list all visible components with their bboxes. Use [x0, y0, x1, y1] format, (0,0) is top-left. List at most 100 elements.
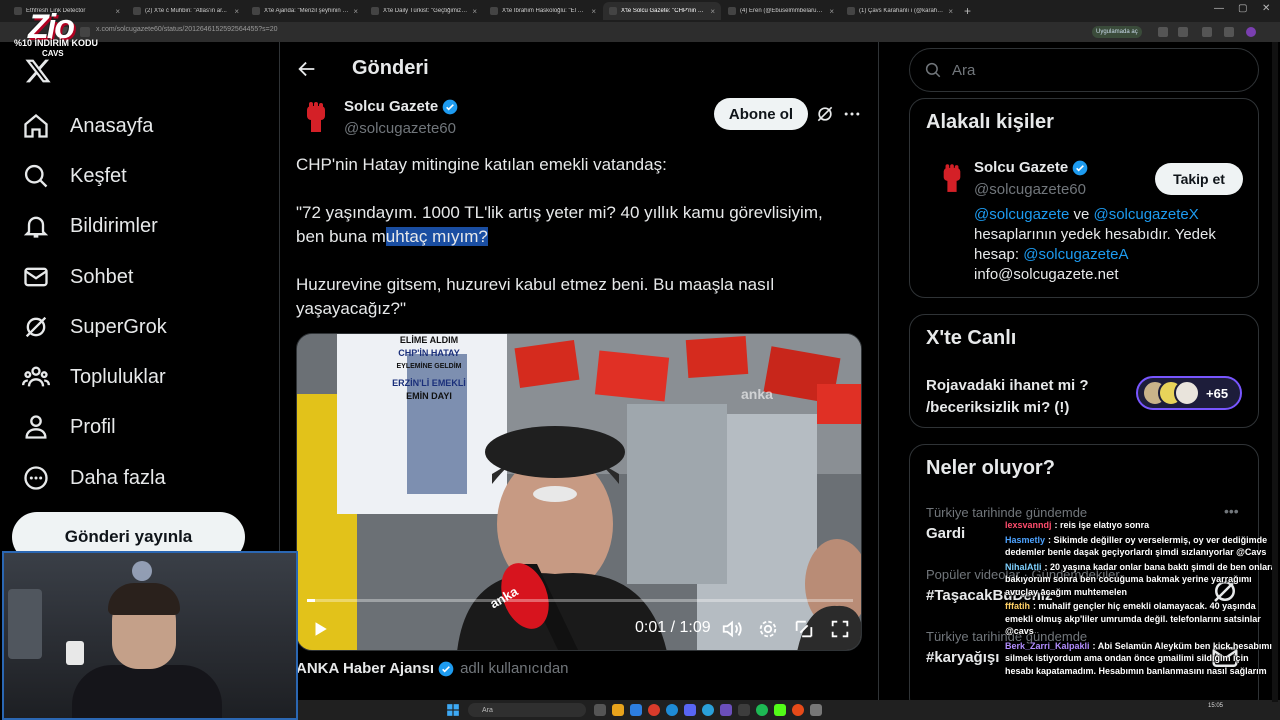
video-source-attribution[interactable]: ANKA Haber Ajansı adlı kullanıcıdan — [296, 660, 569, 677]
bio-link[interactable]: @solcugazete — [974, 206, 1069, 223]
follow-button[interactable]: Takip et — [1155, 163, 1243, 195]
card-title: Neler oluyor? — [926, 457, 1055, 479]
browser-tab[interactable]: X'te Daily Türkist: "Geçtiğimiz y... × — [365, 2, 483, 20]
trend-name[interactable]: #karyağışı — [926, 649, 999, 666]
author-handle[interactable]: @solcugazete60 — [344, 120, 456, 137]
subscribe-button[interactable]: Abone ol — [714, 98, 808, 130]
post-text-line: CHP'nin Hatay mitingine katılan emekli v… — [296, 155, 667, 174]
browser-tab-active[interactable]: X'te Solcu Gazete: "CHP'nin Ha... × — [603, 2, 721, 20]
bio-link[interactable]: @solcugazeteA — [1023, 246, 1128, 263]
live-on-x-card: X'te Canlı Rojavadaki ihanet mi ? /becer… — [909, 314, 1259, 428]
person-icon — [25, 415, 47, 439]
related-bio: @solcugazete ve @solcugazeteX hesapların… — [974, 206, 1216, 283]
close-icon[interactable]: × — [591, 7, 596, 16]
bio-link[interactable]: @solcugazeteX — [1093, 206, 1198, 223]
telegram-icon[interactable] — [702, 704, 714, 716]
author-name[interactable]: Solcu Gazete — [344, 98, 458, 115]
streamer-body — [72, 665, 222, 718]
close-icon[interactable]: × — [115, 7, 120, 16]
settings-gear-icon[interactable] — [757, 618, 779, 640]
close-icon[interactable]: × — [353, 7, 358, 16]
pip-icon[interactable] — [793, 618, 815, 640]
chrome-icon[interactable] — [648, 704, 660, 716]
open-in-app-button[interactable]: Uygulamada aç — [1092, 26, 1142, 38]
search-icon — [24, 164, 48, 188]
related-name[interactable]: Solcu Gazete — [974, 159, 1088, 176]
app-icon[interactable] — [720, 704, 732, 716]
close-icon[interactable]: × — [234, 7, 239, 16]
trend-name[interactable]: Gardi — [926, 525, 965, 542]
close-icon[interactable]: × — [472, 7, 477, 16]
nav-item-chat[interactable]: Sohbet — [22, 257, 133, 297]
maximize-icon[interactable]: ▢ — [1238, 3, 1247, 14]
search-input[interactable] — [952, 61, 1232, 79]
file-explorer-icon[interactable] — [612, 704, 624, 716]
downloads-icon[interactable] — [1224, 27, 1234, 37]
bookmark-star-icon[interactable] — [1178, 27, 1188, 37]
browser-tab[interactable]: X'te İbrahim Haskoloğlu: "El Sa... × — [484, 2, 602, 20]
search-box[interactable] — [909, 48, 1259, 92]
edge-icon[interactable] — [666, 704, 678, 716]
close-icon[interactable]: × — [948, 7, 953, 16]
x-logo-icon[interactable] — [24, 57, 52, 85]
nav-item-notifications[interactable]: Bildirimler — [22, 206, 158, 246]
kick-icon[interactable] — [774, 704, 786, 716]
play-icon[interactable] — [311, 620, 329, 638]
volume-icon[interactable] — [721, 618, 743, 640]
live-space-title[interactable]: Rojavadaki ihanet mi ? /beceriksizlik mi… — [926, 375, 1126, 419]
app-icon[interactable] — [810, 704, 822, 716]
related-people-card: Alakalı kişiler Solcu Gazete @solcugazet… — [909, 98, 1259, 298]
discord-icon[interactable] — [684, 704, 696, 716]
extensions-icon[interactable] — [1202, 27, 1212, 37]
obs-icon[interactable] — [792, 704, 804, 716]
app-icon[interactable] — [738, 704, 750, 716]
spotify-icon[interactable] — [756, 704, 768, 716]
nav-item-explore[interactable]: Keşfet — [22, 156, 127, 196]
listener-count: +65 — [1206, 385, 1229, 401]
ring-light — [132, 561, 152, 581]
related-avatar[interactable] — [932, 159, 972, 199]
video-progress-fill — [307, 599, 315, 602]
nav-item-profile[interactable]: Profil — [22, 407, 116, 447]
store-icon[interactable] — [630, 704, 642, 716]
tab-favicon-icon — [252, 7, 260, 15]
related-handle[interactable]: @solcugazete60 — [974, 181, 1086, 198]
nav-item-home[interactable]: Anasayfa — [22, 106, 153, 146]
live-listeners-pill[interactable]: +65 — [1136, 376, 1242, 410]
trend-meta: Türkiye tarihinde gündemde — [926, 505, 1088, 520]
close-window-icon[interactable]: ✕ — [1262, 3, 1270, 14]
raised-fist-icon — [943, 164, 961, 192]
new-tab-icon[interactable]: + — [964, 4, 971, 18]
minimize-icon[interactable]: — — [1214, 3, 1224, 14]
video-progress-bar[interactable] — [307, 599, 853, 602]
browser-tab[interactable]: X'te Ajanda: "Menzil şeyhinin b... × — [246, 2, 364, 20]
nav-item-supergrok[interactable]: SuperGrok — [22, 307, 167, 347]
protest-sign: ELİME ALDIM CHP'İN HATAY EYLEMİNE GELDİM… — [392, 335, 466, 401]
browser-tab[interactable]: (1) Çavs Karahanlı ı (@karahan... × — [841, 2, 959, 20]
url-text[interactable]: x.com/solcugazete60/status/2012646152592… — [96, 26, 278, 33]
more-options-icon[interactable] — [842, 104, 862, 124]
close-icon[interactable]: × — [710, 7, 715, 16]
fullscreen-icon[interactable] — [829, 618, 851, 640]
close-icon[interactable]: × — [829, 7, 834, 16]
task-view-icon[interactable] — [594, 704, 606, 716]
windows-start-icon[interactable] — [446, 703, 460, 717]
taskbar-search[interactable]: Ara — [468, 703, 586, 717]
video-watermark: anka — [741, 386, 773, 402]
profile-avatar-icon[interactable] — [1246, 27, 1256, 37]
browser-tab[interactable]: (4) Eren (@Ebuselmmbelarus) /... × — [722, 2, 840, 20]
tab-favicon-icon — [847, 7, 855, 15]
stream-sponsor-logo: Zio %10 İNDİRİM KODU CAVS — [12, 8, 98, 58]
nav-item-more[interactable]: Daha fazla — [22, 458, 166, 498]
nav-item-communities[interactable]: Topluluklar — [22, 357, 166, 397]
verified-badge-icon — [1072, 160, 1088, 175]
grok-icon[interactable] — [815, 104, 835, 124]
video-player[interactable]: ELİME ALDIM CHP'İN HATAY EYLEMİNE GELDİM… — [296, 333, 862, 651]
author-avatar[interactable] — [296, 98, 336, 138]
tab-favicon-icon — [371, 7, 379, 15]
more-options-icon[interactable]: ••• — [1224, 503, 1239, 519]
share-icon[interactable] — [1158, 27, 1168, 37]
scrollbar[interactable] — [1272, 42, 1278, 702]
back-arrow-icon[interactable] — [296, 58, 318, 80]
browser-tab[interactable]: (2) X'te ć Muhbiri: "Atlas'ın ar... × — [127, 2, 245, 20]
